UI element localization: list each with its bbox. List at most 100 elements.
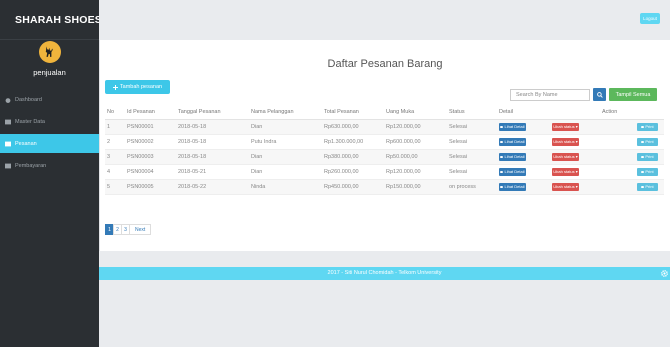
logout-button[interactable]: Logout [640, 13, 660, 24]
cell-date: 2018-05-22 [176, 179, 249, 195]
eye-icon [641, 125, 645, 128]
sidebar-item-label: Pesanan [15, 140, 37, 147]
cell-detail: Lihat Detail [497, 134, 550, 150]
main-panel: Daftar Pesanan Barang Tambah pesanan Tam… [99, 40, 670, 251]
add-order-label: Tambah pesanan [119, 84, 163, 90]
show-all-button[interactable]: Tampil Semua [609, 88, 657, 101]
search-icon [596, 91, 603, 98]
orders-table: No Id Pesanan Tanggal Pesanan Nama Pelan… [105, 106, 664, 195]
footer: 2017 - Siti Nurul Chomidah - Telkom Univ… [99, 267, 670, 280]
cell-date: 2018-05-18 [176, 149, 249, 165]
cell-total: Rp1.300.000,00 [322, 134, 384, 150]
eye-icon [500, 140, 504, 143]
cell-dp: Rp600.000,00 [384, 134, 447, 150]
cell-name: Dian [249, 119, 322, 135]
table-row: 1 PSN00001 2018-05-18 Dian Rp630.000,00 … [105, 119, 664, 135]
cell-total: Rp380.000,00 [322, 149, 384, 165]
cell-detail: Lihat Detail [497, 149, 550, 165]
table-header-row: No Id Pesanan Tanggal Pesanan Nama Pelan… [105, 106, 664, 120]
sidebar-item-pesanan[interactable]: Pesanan [0, 134, 99, 153]
page-title: Daftar Pesanan Barang [327, 58, 443, 70]
print-button[interactable]: Print [637, 182, 658, 191]
cell-dp: Rp150.000,00 [384, 179, 447, 195]
cell-name: Dian [249, 164, 322, 180]
view-detail-button[interactable]: Lihat Detail [499, 152, 526, 161]
eye-icon [500, 170, 504, 173]
col-id: Id Pesanan [125, 106, 176, 120]
cell-detail: Lihat Detail [497, 164, 550, 180]
search-button[interactable] [593, 88, 606, 101]
table-icon [5, 119, 11, 124]
brand-title: SHARAH SHOES [15, 13, 102, 26]
cell-print: Print [600, 119, 664, 135]
cell-id: PSN00002 [125, 134, 176, 150]
col-date: Tanggal Pesanan [176, 106, 249, 120]
cell-status: on process [447, 179, 497, 195]
cell-no: 1 [105, 119, 125, 135]
list-icon [5, 163, 11, 168]
add-order-button[interactable]: Tambah pesanan [105, 80, 170, 94]
gear-icon[interactable] [660, 269, 669, 278]
cell-total: Rp260.000,00 [322, 164, 384, 180]
cell-status: Selesai [447, 119, 497, 135]
sidebar-item-dashboard[interactable]: Dashboard [0, 90, 99, 109]
change-status-button[interactable]: Ubah status ▾ [552, 167, 579, 176]
print-label: Print [645, 184, 654, 189]
view-detail-button[interactable]: Lihat Detail [499, 137, 526, 146]
cell-total: Rp630.000,00 [322, 119, 384, 135]
cell-dp: Rp120.000,00 [384, 119, 447, 135]
print-button[interactable]: Print [637, 137, 658, 146]
avatar [38, 41, 61, 63]
cell-status: Selesai [447, 134, 497, 150]
col-no: No [105, 106, 125, 120]
print-button[interactable]: Print [637, 122, 658, 131]
sidebar-item-label: Master Data [15, 118, 45, 125]
sidebar-item-master-data[interactable]: Master Data [0, 112, 99, 131]
view-detail-label: Lihat Detail [504, 139, 525, 144]
profile-name: penjualan [33, 68, 66, 77]
print-label: Print [645, 169, 654, 174]
brand-bar: SHARAH SHOES [0, 0, 102, 40]
col-status: Status [447, 106, 497, 120]
change-status-button[interactable]: Ubah status ▾ [552, 152, 579, 161]
sidebar-item-label: Dashboard [15, 96, 42, 103]
cell-no: 3 [105, 149, 125, 165]
cell-id: PSN00001 [125, 119, 176, 135]
print-button[interactable]: Print [637, 167, 658, 176]
sidebar-menu: Dashboard Master Data Pesanan Pembayaran [0, 90, 99, 175]
search-input[interactable] [510, 89, 590, 101]
cell-name: Dian [249, 149, 322, 165]
change-status-button[interactable]: Ubah status ▾ [552, 122, 579, 131]
view-detail-button[interactable]: Lihat Detail [499, 122, 526, 131]
cell-date: 2018-05-18 [176, 119, 249, 135]
cell-print: Print [600, 134, 664, 150]
print-button[interactable]: Print [637, 152, 658, 161]
cell-change-status: Ubah status ▾ [550, 119, 600, 135]
dashboard-icon [5, 97, 11, 103]
view-detail-button[interactable]: Lihat Detail [499, 182, 526, 191]
eye-icon [641, 185, 645, 188]
cell-id: PSN00003 [125, 149, 176, 165]
cell-detail: Lihat Detail [497, 179, 550, 195]
col-action: Action [600, 106, 664, 120]
change-status-button[interactable]: Ubah status ▾ [552, 137, 579, 146]
view-detail-label: Lihat Detail [504, 184, 525, 189]
sidebar: SHARAH SHOES penjualan Dashboard Master … [0, 0, 102, 347]
cell-name: Putu Indra [249, 134, 322, 150]
cell-dp: Rp50.000,00 [384, 149, 447, 165]
cell-date: 2018-05-21 [176, 164, 249, 180]
cell-status: Selesai [447, 164, 497, 180]
cell-change-status: Ubah status ▾ [550, 134, 600, 150]
view-detail-label: Lihat Detail [504, 124, 525, 129]
sidebar-item-pembayaran[interactable]: Pembayaran [0, 156, 99, 175]
change-status-button[interactable]: Ubah status ▾ [552, 182, 579, 191]
next-page-button[interactable]: Next [129, 224, 152, 235]
view-detail-button[interactable]: Lihat Detail [499, 167, 526, 176]
cell-print: Print [600, 149, 664, 165]
cell-dp: Rp120.000,00 [384, 164, 447, 180]
table-row: 2 PSN00002 2018-05-18 Putu Indra Rp1.300… [105, 134, 664, 150]
eye-icon [641, 155, 645, 158]
col-detail: Detail [497, 106, 550, 120]
deer-icon [45, 46, 53, 57]
eye-icon [641, 170, 645, 173]
